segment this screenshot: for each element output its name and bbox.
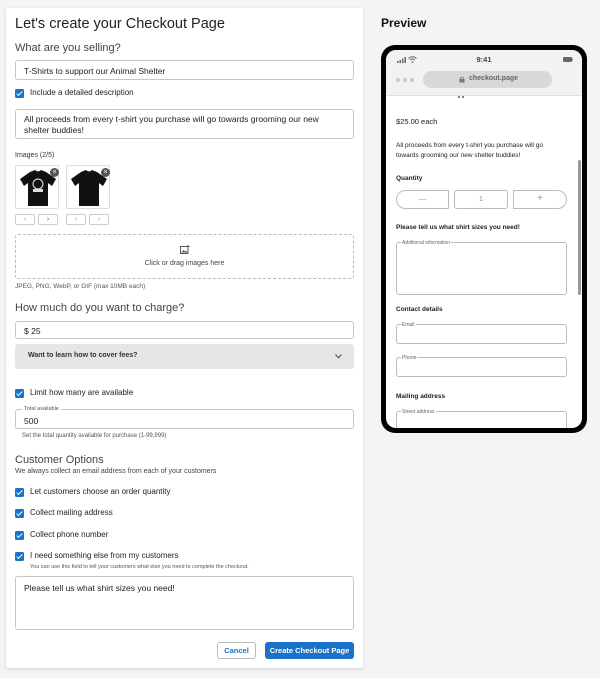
contact-details-label: Contact details bbox=[396, 306, 443, 313]
additional-information-textarea[interactable]: Additional information bbox=[396, 240, 567, 295]
price-value: $ 25 bbox=[24, 326, 41, 336]
total-available-input[interactable]: Total available 500 bbox=[15, 406, 354, 429]
something-else-label: I need something else from my customers bbox=[30, 551, 179, 560]
quantity-increase-button[interactable]: + bbox=[513, 190, 567, 209]
something-else-textarea[interactable]: Please tell us what shirt sizes you need… bbox=[15, 576, 354, 630]
window-controls-icon bbox=[396, 78, 416, 82]
customer-options-subtitle: We always collect an email address from … bbox=[15, 468, 217, 475]
description-value: All proceeds from every t-shirt you purc… bbox=[24, 114, 319, 135]
phone-label: Phone bbox=[401, 355, 418, 361]
cancel-button[interactable]: Cancel bbox=[217, 642, 256, 659]
phone-number-checkbox[interactable] bbox=[15, 531, 24, 540]
total-available-hint: Set the total quantity available for pur… bbox=[22, 433, 167, 439]
images-label: Images (2/5) bbox=[15, 152, 55, 159]
preview-description: All proceeds from every t-shirt you purc… bbox=[396, 142, 544, 159]
quantity-input[interactable]: 1 bbox=[454, 190, 508, 209]
image-2-next-button[interactable]: › bbox=[89, 214, 109, 225]
cover-fees-label: Want to learn how to cover fees? bbox=[28, 352, 138, 359]
mailing-address-checkbox[interactable] bbox=[15, 509, 24, 518]
price-input[interactable]: $ 25 bbox=[15, 321, 354, 339]
chevron-down-icon bbox=[335, 354, 342, 359]
phone-number-label: Collect phone number bbox=[30, 530, 109, 539]
phone-preview-frame: 9:41 checkout.page $25.00 each All proce… bbox=[381, 45, 587, 433]
image-1-prev-button[interactable]: ‹ bbox=[15, 214, 35, 225]
preview-quantity-label: Quantity bbox=[396, 175, 423, 182]
phone-screen: 9:41 checkout.page $25.00 each All proce… bbox=[386, 50, 582, 428]
upload-hint: JPEG, PNG, WebP, or GIF (max 10MB each) bbox=[15, 283, 146, 290]
create-checkout-page-button[interactable]: Create Checkout Page bbox=[265, 642, 354, 659]
additional-information-label: Additional information bbox=[401, 240, 452, 246]
cover-fees-accordion[interactable]: Want to learn how to cover fees? bbox=[15, 344, 354, 369]
something-else-checkbox[interactable] bbox=[15, 552, 24, 561]
total-available-value: 500 bbox=[24, 416, 39, 426]
url-text: checkout.page bbox=[469, 75, 519, 82]
customer-options-heading: Customer Options bbox=[15, 454, 104, 466]
total-available-label: Total available bbox=[22, 406, 61, 412]
preview-heading: Preview bbox=[381, 16, 427, 30]
preview-scrollbar[interactable] bbox=[578, 160, 581, 295]
description-input[interactable]: All proceeds from every t-shirt you purc… bbox=[15, 109, 354, 139]
add-image-icon bbox=[180, 245, 190, 254]
preview-price: $25.00 each bbox=[396, 117, 438, 126]
browser-chrome: 9:41 checkout.page bbox=[386, 50, 582, 96]
something-else-value: Please tell us what shirt sizes you need… bbox=[24, 583, 175, 593]
street-address-field[interactable]: Street address bbox=[396, 409, 567, 428]
something-else-hint: You can use this field to tell your cust… bbox=[30, 564, 249, 570]
order-quantity-label: Let customers choose an order quantity bbox=[30, 487, 171, 496]
url-bar[interactable]: checkout.page bbox=[423, 71, 552, 88]
charge-heading: How much do you want to charge? bbox=[15, 302, 185, 314]
checkout-form-card: Let's create your Checkout Page What are… bbox=[6, 8, 363, 668]
image-2-prev-button[interactable]: ‹ bbox=[66, 214, 86, 225]
limit-available-label: Limit how many are available bbox=[30, 388, 134, 397]
quantity-decrease-button[interactable]: — bbox=[396, 190, 449, 209]
scroll-dots bbox=[458, 96, 464, 98]
preview-question: Please tell us what shirt sizes you need… bbox=[396, 224, 520, 231]
image-upload-dropzone[interactable]: Click or drag images here bbox=[15, 234, 354, 279]
selling-heading: What are you selling? bbox=[15, 42, 121, 54]
street-address-label: Street address bbox=[401, 409, 436, 415]
mailing-address-label: Collect mailing address bbox=[30, 508, 113, 517]
order-quantity-checkbox[interactable] bbox=[15, 488, 24, 497]
page-title: Let's create your Checkout Page bbox=[15, 16, 225, 32]
phone-field[interactable]: Phone bbox=[396, 355, 567, 377]
battery-icon bbox=[563, 57, 573, 62]
limit-available-checkbox[interactable] bbox=[15, 389, 24, 398]
include-description-label: Include a detailed description bbox=[30, 88, 134, 97]
mailing-address-preview-label: Mailing address bbox=[396, 393, 446, 400]
email-field[interactable]: Email bbox=[396, 322, 567, 344]
product-name-value: T-Shirts to support our Animal Shelter bbox=[24, 66, 166, 76]
lock-icon bbox=[459, 76, 465, 83]
status-time: 9:41 bbox=[476, 55, 492, 64]
product-name-input[interactable]: T-Shirts to support our Animal Shelter bbox=[15, 60, 354, 80]
email-label: Email bbox=[401, 322, 416, 328]
remove-image-2-icon[interactable]: × bbox=[101, 168, 110, 177]
include-description-checkbox[interactable] bbox=[15, 89, 24, 98]
image-1-next-button[interactable]: › bbox=[38, 214, 58, 225]
remove-image-1-icon[interactable]: × bbox=[50, 168, 59, 177]
upload-text: Click or drag images here bbox=[144, 260, 225, 267]
